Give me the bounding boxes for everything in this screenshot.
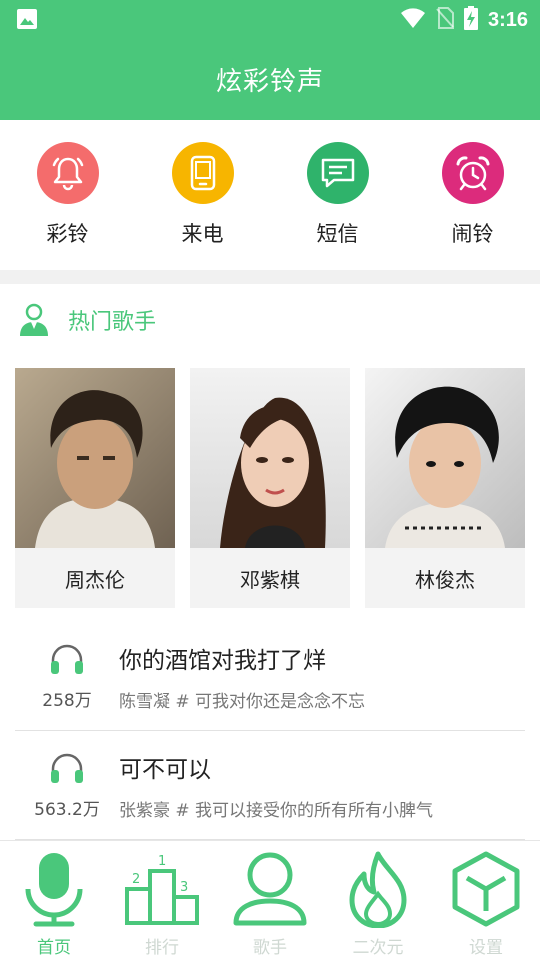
singer-name: 周杰伦 (65, 567, 125, 592)
battery-charging-icon (463, 6, 478, 34)
quick-label-call: 来电 (181, 222, 224, 246)
quick-action-ringtone[interactable]: 彩铃 (0, 120, 135, 270)
singer-card[interactable]: 周杰伦 (15, 368, 175, 608)
singer-photo (15, 368, 175, 548)
song-title: 你的酒馆对我打了烊 (119, 647, 326, 674)
quick-action-alarm[interactable]: 闹铃 (405, 120, 540, 270)
message-icon (321, 158, 354, 188)
tab-singers[interactable]: 歌手 (216, 841, 324, 960)
svg-text:1: 1 (158, 854, 166, 869)
tab-home[interactable]: 首页 (0, 841, 108, 960)
tab-label: 设置 (469, 938, 503, 958)
gallery-notification-icon (16, 8, 38, 34)
tab-ranking[interactable]: 1 2 3 排行 (108, 841, 216, 960)
tab-label: 二次元 (352, 938, 404, 958)
section-divider (0, 270, 540, 284)
tab-label: 首页 (37, 938, 71, 958)
quick-label-sms: 短信 (316, 222, 359, 246)
quick-circle-call (171, 142, 234, 204)
quick-label-alarm: 闹铃 (451, 222, 494, 246)
app-title: 炫彩铃声 (215, 66, 324, 97)
wifi-icon (400, 7, 426, 33)
tab-label: 排行 (145, 938, 179, 958)
singer-photo (190, 368, 350, 548)
quick-label-ringtone: 彩铃 (46, 222, 89, 246)
hot-singers-header: 热门歌手 (0, 284, 540, 356)
song-play-count: 563.2万 (34, 799, 100, 820)
flame-icon (349, 851, 407, 928)
singer-card[interactable]: 邓紫棋 (190, 368, 350, 608)
song-subtitle: 陈雪凝 # 可我对你还是念念不忘 (119, 691, 366, 712)
singer-grid: 周杰伦 邓紫棋 林俊杰 (15, 368, 525, 608)
song-list: 258万 你的酒馆对我打了烊 陈雪凝 # 可我对你还是念念不忘 563.2万 可… (15, 622, 525, 840)
tab-anime[interactable]: 二次元 (324, 841, 432, 960)
bell-icon (52, 157, 83, 191)
song-play-count: 258万 (42, 690, 92, 711)
tab-label: 歌手 (253, 938, 287, 958)
song-title: 可不可以 (119, 756, 211, 783)
hot-singers-title: 热门歌手 (68, 310, 157, 335)
alarm-clock-icon (456, 156, 489, 191)
phone-icon (190, 155, 215, 191)
headphones-icon (51, 753, 83, 783)
quick-actions: 彩铃 来电 短信 闹铃 (0, 120, 540, 270)
song-row[interactable]: 258万 你的酒馆对我打了烊 陈雪凝 # 可我对你还是念念不忘 (15, 622, 525, 731)
podium-icon: 1 2 3 (125, 854, 199, 925)
quick-circle-alarm (441, 142, 504, 204)
tab-settings[interactable]: 设置 (432, 841, 540, 960)
quick-circle-sms (306, 142, 369, 204)
svg-text:2: 2 (132, 872, 140, 887)
person-icon (233, 852, 307, 926)
singer-name: 邓紫棋 (240, 567, 300, 592)
quick-circle-ringtone (36, 142, 99, 204)
singer-photo (365, 368, 525, 548)
status-bar: 3:16 (0, 0, 540, 38)
bottom-tab-bar: 首页 1 2 3 排行 歌手 二次元 设置 (0, 840, 540, 960)
no-sim-icon (436, 7, 454, 33)
svg-text:3: 3 (180, 880, 188, 895)
headphones-icon (51, 644, 83, 674)
singer-person-icon (20, 303, 48, 336)
singer-card[interactable]: 林俊杰 (365, 368, 525, 608)
cube-icon (452, 851, 520, 927)
song-plays-block: 563.2万 (15, 751, 119, 820)
quick-action-call[interactable]: 来电 (135, 120, 270, 270)
song-plays-block: 258万 (15, 642, 119, 711)
app-bar: 炫彩铃声 (0, 38, 540, 120)
microphone-icon (25, 853, 83, 927)
clock-time: 3:16 (487, 8, 528, 31)
song-row[interactable]: 563.2万 可不可以 张紫豪 # 我可以接受你的所有所有小脾气 (15, 731, 525, 840)
song-subtitle: 张紫豪 # 我可以接受你的所有所有小脾气 (119, 800, 434, 821)
quick-action-sms[interactable]: 短信 (270, 120, 405, 270)
singer-name: 林俊杰 (415, 567, 475, 592)
